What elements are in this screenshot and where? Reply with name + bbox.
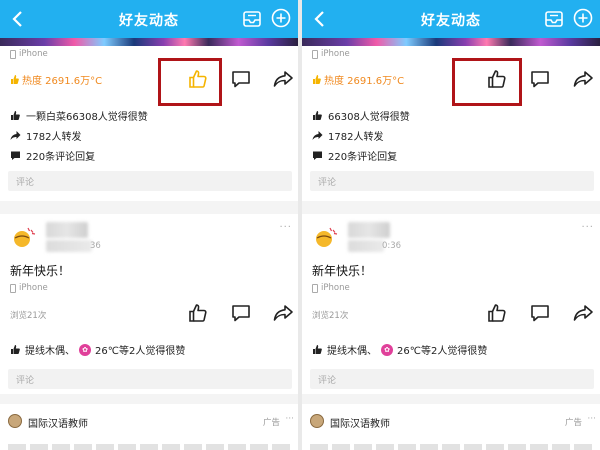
shares-count[interactable]: 1782人转发	[312, 128, 383, 143]
more-options-icon[interactable]: ···	[587, 414, 596, 424]
blurred-timestamp	[348, 240, 384, 252]
heat-indicator: 热度 2691.6万°C	[312, 72, 404, 87]
likers-row[interactable]: 提线木偶、 ✿ 26℃等2人觉得很赞	[312, 342, 487, 357]
likers-row[interactable]: 提线木偶、 ✿ 26℃等2人觉得很赞	[10, 342, 185, 357]
share-icon[interactable]	[572, 68, 594, 90]
comment-icon[interactable]	[230, 302, 252, 324]
more-options-icon[interactable]: ···	[285, 414, 294, 424]
blurred-timestamp	[46, 240, 92, 252]
ad-card: 国际汉语教师 广告 ···	[0, 404, 298, 450]
share-icon[interactable]	[272, 68, 294, 90]
comment-input[interactable]: 评论	[8, 369, 292, 389]
phone-icon	[10, 283, 16, 293]
share-icon[interactable]	[272, 302, 294, 324]
comment-icon[interactable]	[529, 302, 551, 324]
flower-icon: ✿	[79, 343, 91, 356]
view-count: 浏览21次	[10, 311, 47, 321]
more-options-icon[interactable]: ···	[581, 222, 594, 233]
add-icon[interactable]	[573, 8, 593, 28]
share-filled-icon	[10, 131, 21, 140]
avatar-sun-icon[interactable]	[10, 224, 36, 250]
comment-icon[interactable]	[529, 68, 551, 90]
likes-count[interactable]: 66308人觉得很赞	[312, 108, 410, 123]
post-time: 0:36	[382, 241, 402, 251]
ad-text-cut	[8, 444, 290, 450]
like-icon[interactable]	[187, 68, 209, 90]
thumb-filled-icon	[313, 345, 322, 354]
phone-icon	[10, 49, 16, 59]
thumb-filled-icon	[11, 111, 20, 120]
comments-count[interactable]: 220条评论回复	[10, 148, 95, 163]
inbox-icon[interactable]	[544, 9, 564, 29]
comment-filled-icon	[11, 151, 20, 160]
ad-card: 国际汉语教师 广告 ···	[302, 404, 600, 450]
thumb-filled-icon	[11, 345, 20, 354]
share-icon[interactable]	[572, 302, 594, 324]
add-icon[interactable]	[271, 8, 291, 28]
right-screenshot-panel: 好友动态 iPhone 热度 2691.6万°C 66308人觉得很赞 1782…	[302, 0, 600, 450]
top-bar: 好友动态	[0, 0, 298, 38]
ad-text-cut	[310, 444, 592, 450]
ad-account-name[interactable]: 国际汉语教师	[28, 415, 88, 430]
comment-icon[interactable]	[230, 68, 252, 90]
image-strip	[0, 38, 298, 46]
device-label: iPhone	[312, 49, 350, 59]
inbox-icon[interactable]	[242, 9, 262, 29]
avatar-sun-icon[interactable]	[312, 224, 338, 250]
flower-icon: ✿	[381, 343, 393, 356]
post-text: 新年快乐！	[10, 264, 71, 278]
top-bar: 好友动态	[302, 0, 600, 38]
view-count: 浏览21次	[312, 311, 349, 321]
likes-count[interactable]: 一颗白菜66308人觉得很赞	[10, 108, 148, 123]
comment-input[interactable]: 评论	[310, 369, 594, 389]
device-label: iPhone	[312, 283, 350, 293]
ad-avatar[interactable]	[310, 414, 324, 428]
feed-post-card: iPhone 热度 2691.6万°C 一颗白菜66308人觉得很赞 1782人…	[0, 46, 298, 201]
feed-post-card: 36 ··· 新年快乐！ iPhone 浏览21次 提线木偶、 ✿ 26℃等2人…	[0, 214, 298, 394]
like-icon[interactable]	[486, 68, 508, 90]
like-icon[interactable]	[486, 302, 508, 324]
ad-avatar[interactable]	[8, 414, 22, 428]
post-time: 36	[90, 241, 101, 251]
blurred-username	[46, 222, 88, 238]
ad-account-name[interactable]: 国际汉语教师	[330, 415, 390, 430]
feed-post-card: iPhone 热度 2691.6万°C 66308人觉得很赞 1782人转发 2…	[302, 46, 600, 201]
comment-input[interactable]: 评论	[310, 171, 594, 191]
like-icon[interactable]	[187, 302, 209, 324]
blurred-username	[348, 222, 390, 238]
heat-indicator: 热度 2691.6万°C	[10, 72, 102, 87]
phone-icon	[312, 49, 318, 59]
feed-post-card: 0:36 ··· 新年快乐！ iPhone 浏览21次 提线木偶、 ✿ 26℃等…	[302, 214, 600, 394]
thumb-small-icon	[313, 75, 321, 84]
share-filled-icon	[312, 131, 323, 140]
image-strip	[302, 38, 600, 46]
post-text: 新年快乐！	[312, 264, 373, 278]
thumb-small-icon	[11, 75, 19, 84]
shares-count[interactable]: 1782人转发	[10, 128, 81, 143]
phone-icon	[312, 283, 318, 293]
comment-filled-icon	[313, 151, 322, 160]
comments-count[interactable]: 220条评论回复	[312, 148, 397, 163]
thumb-filled-icon	[313, 111, 322, 120]
device-label: iPhone	[10, 49, 48, 59]
more-options-icon[interactable]: ···	[279, 222, 292, 233]
left-screenshot-panel: 好友动态 iPhone 热度 2691.6万°C 一颗白菜66308人觉得很赞 …	[0, 0, 298, 450]
ad-label: 广告	[564, 418, 582, 428]
comment-input[interactable]: 评论	[8, 171, 292, 191]
ad-label: 广告	[262, 418, 280, 428]
device-label: iPhone	[10, 283, 48, 293]
